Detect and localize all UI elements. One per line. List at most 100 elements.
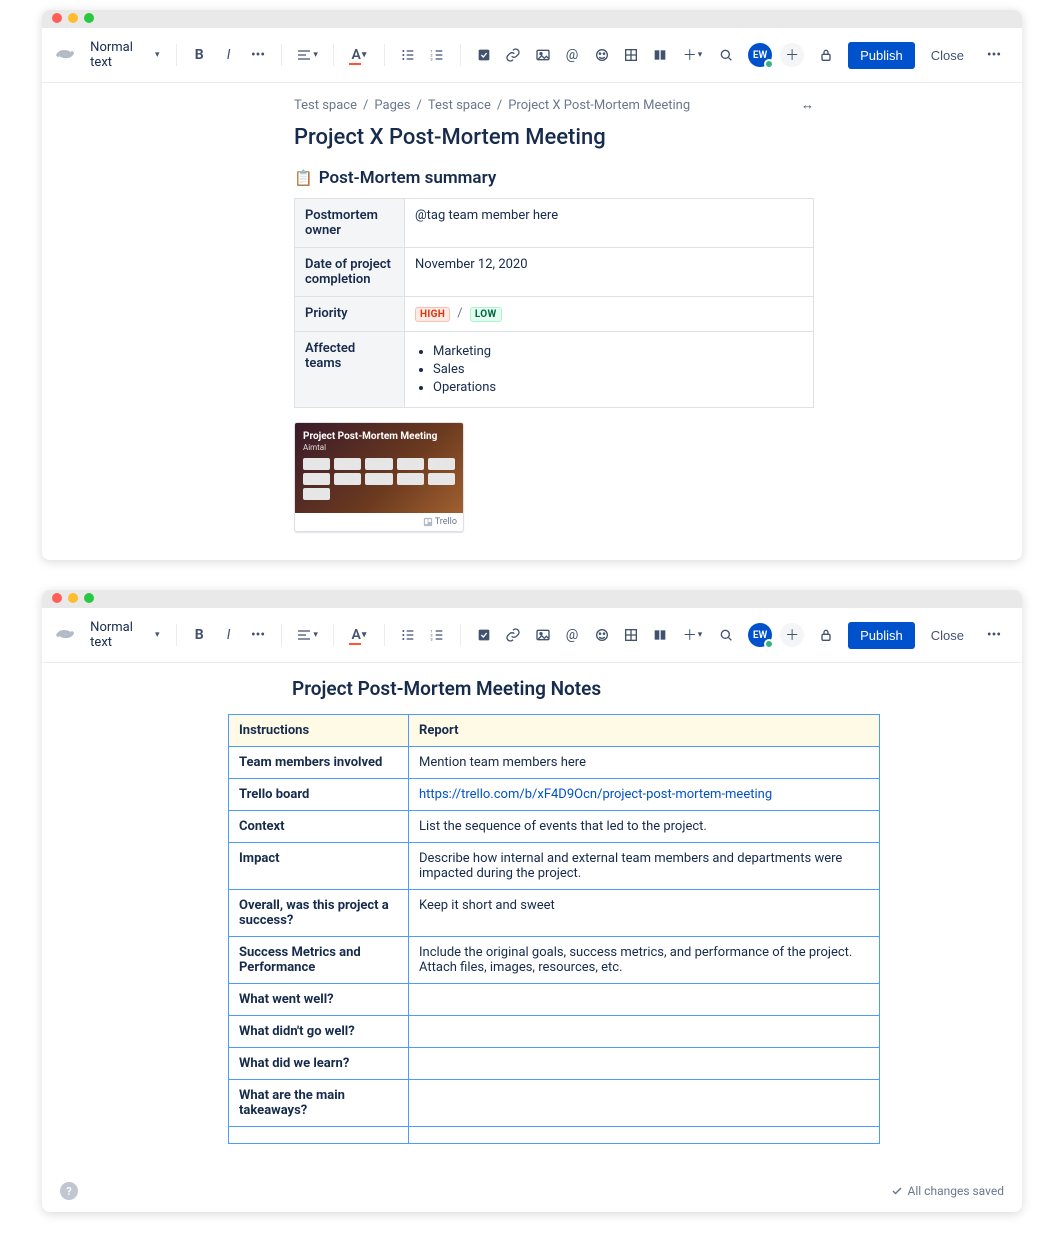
italic-button[interactable]: I [216, 41, 241, 69]
owner-value[interactable]: @tag team member here [405, 199, 814, 248]
row-value[interactable] [409, 1048, 880, 1080]
row-value[interactable] [409, 984, 880, 1016]
more-formatting-button[interactable]: ••• [245, 41, 270, 69]
date-value[interactable]: November 12, 2020 [405, 248, 814, 297]
row-label[interactable]: Impact [229, 843, 409, 890]
page-title[interactable]: Project X Post-Mortem Meeting [294, 125, 814, 150]
col-header-report[interactable]: Report [409, 715, 880, 747]
row-value[interactable]: Describe how internal and external team … [409, 843, 880, 890]
emoji-button[interactable] [589, 41, 614, 69]
trello-link[interactable]: https://trello.com/b/xF4D9Ocn/project-po… [419, 787, 772, 802]
text-color-dropdown[interactable]: A▾ [343, 621, 374, 649]
window-zoom-dot[interactable] [84, 593, 94, 603]
table-row[interactable]: Team members involvedMention team member… [229, 747, 880, 779]
priority-label[interactable]: Priority [295, 297, 405, 332]
summary-table[interactable]: Postmortem owner @tag team member here D… [294, 198, 814, 408]
invite-button[interactable]: ＋ [780, 43, 804, 67]
insert-dropdown[interactable]: ＋▾ [677, 41, 708, 69]
row-value[interactable]: https://trello.com/b/xF4D9Ocn/project-po… [409, 779, 880, 811]
layouts-button[interactable] [648, 621, 673, 649]
table-row[interactable]: What are the main takeaways? [229, 1080, 880, 1127]
list-item[interactable]: Sales [433, 362, 803, 377]
close-button[interactable]: Close [923, 42, 972, 69]
publish-button[interactable]: Publish [848, 42, 915, 69]
page-title[interactable]: Project Post-Mortem Meeting Notes [292, 677, 880, 700]
row-label[interactable] [229, 1127, 409, 1144]
restrictions-button[interactable] [812, 41, 840, 69]
table-button[interactable] [618, 621, 643, 649]
row-label[interactable]: Success Metrics and Performance [229, 937, 409, 984]
link-button[interactable] [500, 41, 525, 69]
breadcrumb-space2[interactable]: Test space [428, 98, 491, 113]
restrictions-button[interactable] [812, 621, 840, 649]
table-row[interactable]: ContextList the sequence of events that … [229, 811, 880, 843]
window-close-dot[interactable] [52, 13, 62, 23]
search-button[interactable] [712, 41, 740, 69]
text-style-dropdown[interactable]: Normal text ▾ [84, 36, 165, 74]
breadcrumb-space[interactable]: Test space [294, 98, 357, 113]
italic-button[interactable]: I [216, 621, 241, 649]
text-style-dropdown[interactable]: Normal text ▾ [84, 616, 165, 654]
overflow-menu-button[interactable]: ••• [980, 621, 1008, 649]
text-color-dropdown[interactable]: A▾ [343, 41, 374, 69]
notes-table[interactable]: Instructions Report Team members involve… [228, 714, 880, 1144]
table-row[interactable]: What didn't go well? [229, 1016, 880, 1048]
numbered-list-button[interactable]: 123 [425, 621, 450, 649]
more-formatting-button[interactable]: ••• [245, 621, 270, 649]
table-row[interactable]: Trello board https://trello.com/b/xF4D9Oc… [229, 779, 880, 811]
row-value[interactable]: Keep it short and sweet [409, 890, 880, 937]
row-value[interactable]: List the sequence of events that led to … [409, 811, 880, 843]
row-value[interactable] [409, 1127, 880, 1144]
owner-label[interactable]: Postmortem owner [295, 199, 405, 248]
user-avatar[interactable]: EW [748, 43, 772, 67]
mention-button[interactable]: @ [559, 621, 584, 649]
bullet-list-button[interactable] [395, 41, 420, 69]
mention-button[interactable]: @ [559, 41, 584, 69]
table-row[interactable]: Overall, was this project a success?Keep… [229, 890, 880, 937]
action-item-button[interactable] [471, 41, 496, 69]
row-label[interactable]: What did we learn? [229, 1048, 409, 1080]
row-label[interactable]: Trello board [229, 779, 409, 811]
breadcrumb-section[interactable]: Pages [374, 98, 410, 113]
row-label[interactable]: What are the main takeaways? [229, 1080, 409, 1127]
window-close-dot[interactable] [52, 593, 62, 603]
bold-button[interactable]: B [186, 41, 211, 69]
publish-button[interactable]: Publish [848, 622, 915, 649]
align-dropdown[interactable]: ▾ [292, 41, 323, 69]
table-row[interactable] [229, 1127, 880, 1144]
list-item[interactable]: Operations [433, 380, 803, 395]
row-value[interactable] [409, 1016, 880, 1048]
image-button[interactable] [530, 41, 555, 69]
row-value[interactable]: Include the original goals, success metr… [409, 937, 880, 984]
row-value[interactable] [409, 1080, 880, 1127]
window-minimize-dot[interactable] [68, 593, 78, 603]
table-row[interactable]: What went well? [229, 984, 880, 1016]
col-header-instructions[interactable]: Instructions [229, 715, 409, 747]
numbered-list-button[interactable]: 123 [425, 41, 450, 69]
row-value[interactable]: Mention team members here [409, 747, 880, 779]
insert-dropdown[interactable]: ＋▾ [677, 621, 708, 649]
table-button[interactable] [618, 41, 643, 69]
window-zoom-dot[interactable] [84, 13, 94, 23]
user-avatar[interactable]: EW [748, 623, 772, 647]
invite-button[interactable]: ＋ [780, 623, 804, 647]
align-dropdown[interactable]: ▾ [292, 621, 323, 649]
section-heading[interactable]: 📋 Post-Mortem summary [294, 168, 814, 188]
teams-label[interactable]: Affected teams [295, 332, 405, 408]
row-label[interactable]: Context [229, 811, 409, 843]
help-button[interactable]: ? [60, 1182, 78, 1200]
search-button[interactable] [712, 621, 740, 649]
close-button[interactable]: Close [923, 622, 972, 649]
action-item-button[interactable] [471, 621, 496, 649]
table-row[interactable]: Success Metrics and PerformanceInclude t… [229, 937, 880, 984]
link-button[interactable] [500, 621, 525, 649]
row-label[interactable]: What went well? [229, 984, 409, 1016]
emoji-button[interactable] [589, 621, 614, 649]
table-row[interactable]: ImpactDescribe how internal and external… [229, 843, 880, 890]
window-minimize-dot[interactable] [68, 13, 78, 23]
date-label[interactable]: Date of project completion [295, 248, 405, 297]
row-label[interactable]: Overall, was this project a success? [229, 890, 409, 937]
layouts-button[interactable] [648, 41, 673, 69]
teams-value[interactable]: Marketing Sales Operations [405, 332, 814, 408]
bullet-list-button[interactable] [395, 621, 420, 649]
